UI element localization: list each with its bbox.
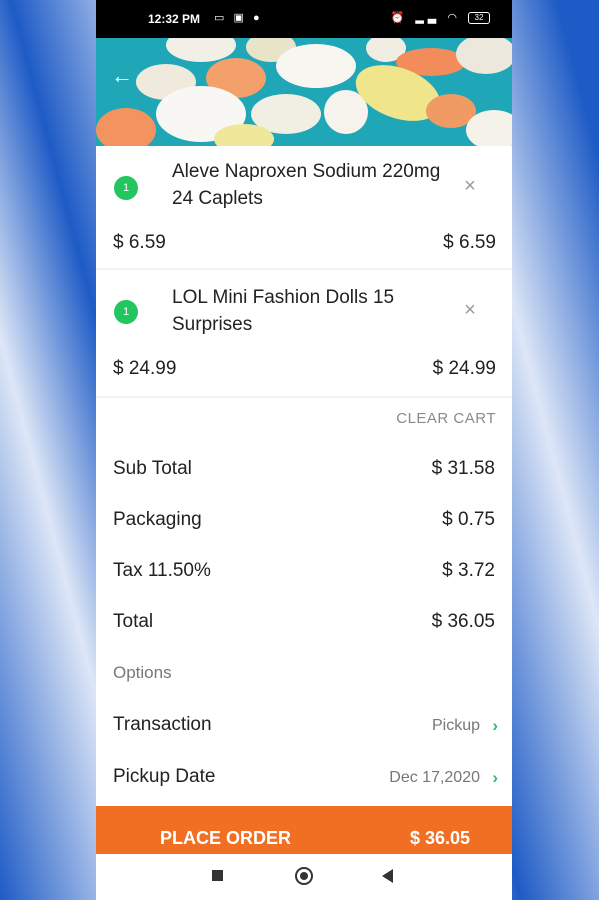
android-nav-bar <box>96 854 512 900</box>
laptop-icon: ▭ <box>214 12 228 24</box>
item-name: LOL Mini Fashion Dolls 15 Surprises <box>172 287 395 335</box>
battery-icon: 32 <box>468 12 490 25</box>
item-total-price: $ 6.59 <box>443 232 496 253</box>
pickup-date-value: Dec 17,2020 <box>389 769 480 786</box>
arrow-left-icon: ← <box>111 63 133 88</box>
transaction-label: Transaction <box>113 714 212 735</box>
status-right-icons: ⏰ ▂▃ ◠ 32 <box>390 11 490 25</box>
subtotal-label: Sub Total <box>113 458 192 479</box>
messenger-icon: ● <box>252 12 263 24</box>
chevron-right-icon: › <box>492 768 498 787</box>
pickup-date-row[interactable]: Pickup Date Dec 17,2020 › <box>96 766 512 802</box>
status-bar: 12:32 PM ▭ ▣ ● ⏰ ▂▃ ◠ 32 <box>96 0 512 38</box>
place-order-amount: $ 36.05 <box>409 828 470 848</box>
place-order-button[interactable]: PLACE ORDER $ 36.05 <box>96 806 512 854</box>
back-button[interactable]: ← <box>110 64 134 88</box>
subtotal-row: Sub Total $ 31.58 <box>96 458 512 494</box>
item-total-price: $ 24.99 <box>432 358 496 379</box>
recents-icon[interactable] <box>212 870 223 881</box>
subtotal-value: $ 31.58 <box>431 458 495 479</box>
quantity-badge: 1 <box>114 300 138 324</box>
options-heading: Options <box>113 663 172 682</box>
chevron-right-icon: › <box>492 716 498 735</box>
divider <box>96 396 512 398</box>
packaging-value: $ 0.75 <box>442 509 495 530</box>
place-order-label: PLACE ORDER <box>160 828 292 848</box>
home-icon[interactable] <box>295 867 313 885</box>
transaction-row[interactable]: Transaction Pickup › <box>96 714 512 750</box>
item-unit-price: $ 24.99 <box>113 358 177 379</box>
tax-label: Tax 11.50% <box>113 560 211 581</box>
close-icon[interactable]: × <box>460 176 480 196</box>
signal-icon: ▂▃ <box>415 12 441 24</box>
status-left-icons: ▭ ▣ ● <box>214 11 263 24</box>
tax-value: $ 3.72 <box>442 560 495 581</box>
wifi-icon: ◠ <box>447 12 461 24</box>
clear-cart-button[interactable]: CLEAR CART <box>396 410 496 427</box>
app-icon: ▣ <box>233 12 247 24</box>
cart-item: 1 LOL Mini Fashion Dolls 15 Surprises × … <box>96 270 512 396</box>
status-time: 12:32 PM <box>148 12 201 26</box>
hero-pills-image: ← <box>96 38 512 146</box>
back-triangle-icon[interactable] <box>382 869 393 883</box>
transaction-value: Pickup <box>431 717 480 734</box>
cart-item: 1 Aleve Naproxen Sodium 220mg 24 Caplets… <box>96 146 512 270</box>
quantity-badge: 1 <box>114 176 138 200</box>
packaging-row: Packaging $ 0.75 <box>96 509 512 545</box>
close-icon[interactable]: × <box>460 300 480 320</box>
total-value: $ 36.05 <box>431 611 495 632</box>
total-label: Total <box>113 611 154 632</box>
item-name: Aleve Naproxen Sodium 220mg 24 Caplets <box>172 161 441 209</box>
packaging-label: Packaging <box>113 509 202 530</box>
phone-screen: 12:32 PM ▭ ▣ ● ⏰ ▂▃ ◠ 32 ← 1 Aleve Napro… <box>96 0 512 900</box>
pickup-date-label: Pickup Date <box>113 766 216 787</box>
item-unit-price: $ 6.59 <box>113 232 166 253</box>
total-row: Total $ 36.05 <box>96 611 512 647</box>
alarm-icon: ⏰ <box>390 12 409 24</box>
tax-row: Tax 11.50% $ 3.72 <box>96 560 512 596</box>
